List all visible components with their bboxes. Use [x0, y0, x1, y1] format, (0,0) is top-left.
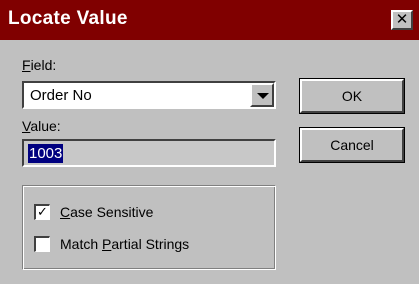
- title-bar[interactable]: Locate Value ✕: [0, 0, 419, 40]
- dialog-title: Locate Value: [8, 8, 128, 29]
- case-sensitive-text: ase Sensitive: [70, 204, 154, 220]
- case-sensitive-mnemonic: C: [60, 204, 71, 220]
- match-partial-label: Match Partial Strings: [60, 236, 189, 252]
- close-icon: ✕: [395, 11, 409, 28]
- chevron-down-icon: [257, 93, 269, 99]
- field-label: Field:: [22, 57, 56, 73]
- field-dropdown-button[interactable]: [250, 83, 274, 107]
- field-select[interactable]: Order No: [22, 81, 276, 109]
- value-label-text: alue:: [30, 118, 61, 134]
- field-label-text: ield:: [30, 57, 57, 73]
- field-label-mnemonic: F: [22, 57, 31, 73]
- match-partial-text-rest: artial Strings: [111, 236, 190, 252]
- value-input[interactable]: 1003: [22, 139, 276, 167]
- match-partial-mnemonic: P: [102, 236, 112, 252]
- close-button[interactable]: ✕: [391, 10, 413, 30]
- case-sensitive-label: Case Sensitive: [60, 204, 153, 220]
- locate-value-dialog: Locate Value ✕ Field: Order No Value: 10…: [0, 0, 419, 284]
- value-input-text: 1003: [28, 144, 64, 163]
- cancel-button[interactable]: Cancel: [299, 127, 405, 163]
- match-partial-checkbox[interactable]: [34, 236, 50, 252]
- case-sensitive-checkbox[interactable]: ✓: [34, 204, 50, 220]
- match-partial-text-before: Match: [60, 236, 103, 252]
- options-groupbox: [22, 185, 276, 270]
- ok-button[interactable]: OK: [299, 78, 405, 114]
- checkmark-icon: ✓: [37, 204, 48, 219]
- value-label: Value:: [22, 118, 61, 134]
- field-select-value: Order No: [30, 87, 92, 104]
